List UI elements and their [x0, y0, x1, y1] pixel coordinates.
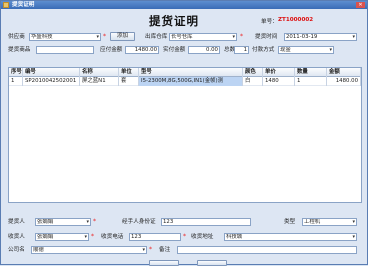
- id-input[interactable]: 123: [161, 218, 251, 226]
- page-title: 提货证明: [149, 14, 199, 28]
- paid-input[interactable]: 0.00: [188, 46, 220, 54]
- cancel-button[interactable]: [197, 260, 227, 266]
- warehouse-label: 出库仓库: [145, 34, 168, 40]
- cell-unit[interactable]: 套: [119, 77, 139, 86]
- cell-qty[interactable]: 1: [295, 77, 327, 86]
- required-mark: *: [149, 246, 152, 253]
- supplier-label: 供应商: [8, 34, 25, 40]
- save-button[interactable]: [149, 260, 179, 266]
- cell-name[interactable]: 屏之蓝N1: [80, 77, 119, 86]
- id-label: 经手人身份证: [122, 219, 156, 225]
- col-header-color[interactable]: 颜色: [243, 68, 263, 77]
- phone-input[interactable]: 123: [129, 233, 181, 241]
- col-header-name[interactable]: 名称: [80, 68, 119, 77]
- company-label: 公司名: [8, 247, 25, 253]
- receiver-select[interactable]: 张娟娟: [35, 233, 89, 241]
- close-icon[interactable]: ✕: [356, 2, 365, 8]
- cell-amount[interactable]: 1480.00: [327, 77, 361, 86]
- supplier-select[interactable]: 华盛科技: [29, 33, 101, 41]
- cell-model[interactable]: I5-2300M,8G,500G,IN1(金帧)测: [139, 77, 243, 86]
- picker-label: 提货人: [8, 219, 25, 225]
- col-header-qty[interactable]: 数量: [295, 68, 327, 77]
- paymethod-label: 付款方式: [252, 47, 275, 53]
- total-input[interactable]: 1: [234, 46, 249, 54]
- doc-no-value: ZT1000002: [278, 17, 314, 23]
- type-label: 类型: [284, 219, 296, 225]
- address-select[interactable]: 科技城: [224, 233, 357, 241]
- doc-no-label: 单号：: [261, 19, 278, 25]
- paymethod-select[interactable]: 现金: [278, 46, 334, 54]
- type-select[interactable]: 工程机: [302, 218, 357, 226]
- cell-code[interactable]: SP2010042502001: [23, 77, 80, 86]
- date-label: 提货时间: [255, 34, 278, 40]
- title-bar: 提货证明 ✕: [1, 1, 367, 9]
- cell-color[interactable]: 白: [243, 77, 263, 86]
- warehouse-select[interactable]: 长号仓库: [169, 33, 237, 41]
- required-mark: *: [91, 233, 94, 240]
- col-header-model[interactable]: 型号: [139, 68, 243, 77]
- picker-select[interactable]: 张娟娟: [35, 218, 91, 226]
- col-header-price[interactable]: 单价: [263, 68, 295, 77]
- required-mark: *: [93, 218, 96, 225]
- required-mark: *: [103, 33, 106, 40]
- date-picker[interactable]: 2011-03-19: [284, 33, 357, 41]
- table-header: 序号 编号 名称 单位 型号 颜色 单价 数量 金额: [9, 68, 361, 77]
- payable-label: 应付金额: [100, 47, 123, 53]
- goods-input[interactable]: [36, 46, 94, 54]
- address-label: 收货地址: [191, 234, 214, 240]
- col-header-unit[interactable]: 单位: [119, 68, 139, 77]
- table-row[interactable]: 1 SP2010042502001 屏之蓝N1 套 I5-2300M,8G,50…: [9, 77, 361, 86]
- goods-label: 提货商品: [8, 47, 31, 53]
- col-header-code[interactable]: 编号: [23, 68, 80, 77]
- remark-label: 备注: [159, 247, 171, 253]
- dialog-window: 提货证明 ✕ 提货证明 单号： ZT1000002 供应商 华盛科技 * 添加 …: [0, 0, 368, 266]
- cell-index[interactable]: 1: [9, 77, 23, 86]
- phone-label: 收货电话: [101, 234, 124, 240]
- receiver-label: 收货人: [8, 234, 25, 240]
- col-header-index[interactable]: 序号: [9, 68, 23, 77]
- payable-input[interactable]: 1480.00: [125, 46, 159, 54]
- col-header-amount[interactable]: 金额: [327, 68, 361, 77]
- company-select[interactable]: 顺德: [31, 246, 147, 254]
- required-mark: *: [240, 33, 243, 40]
- paid-label: 实付金额: [163, 47, 186, 53]
- cell-price[interactable]: 1480: [263, 77, 295, 86]
- window-title: 提货证明: [12, 2, 35, 8]
- required-mark: *: [183, 233, 186, 240]
- remark-input[interactable]: [177, 246, 357, 254]
- app-icon: [3, 2, 9, 8]
- goods-table: 序号 编号 名称 单位 型号 颜色 单价 数量 金额 1 SP201004250…: [8, 67, 362, 203]
- add-button[interactable]: 添加: [110, 32, 135, 41]
